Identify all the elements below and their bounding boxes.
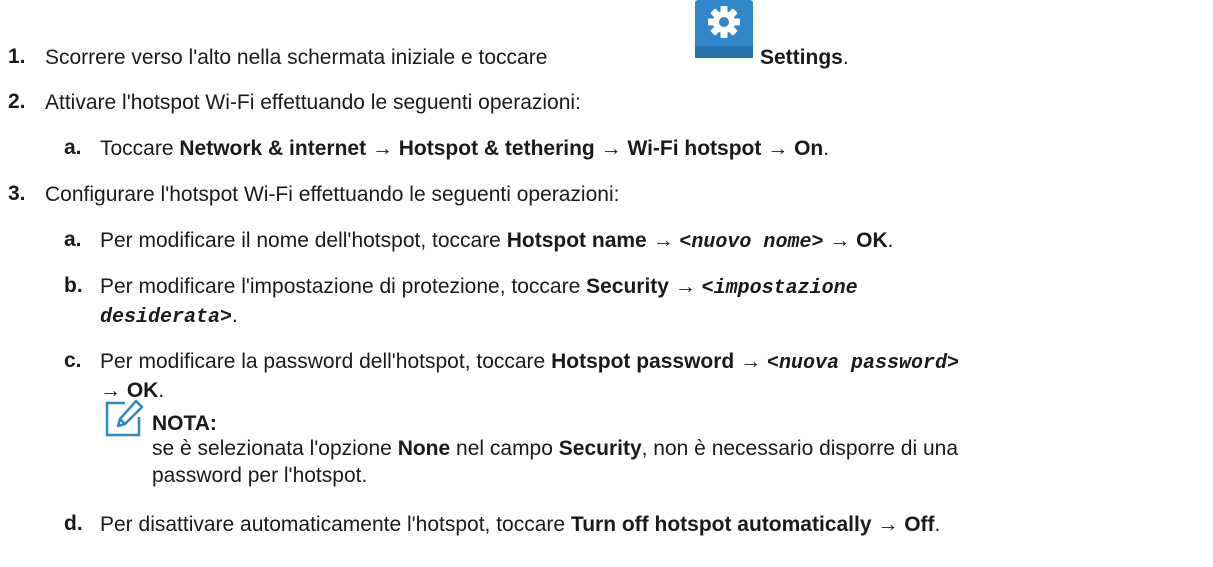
arrow: → bbox=[740, 350, 762, 373]
settings-gear-icon bbox=[695, 0, 753, 58]
period: . bbox=[887, 229, 894, 252]
step-1-pre: Scorrere verso l'alto nella schermata in… bbox=[45, 46, 548, 69]
note-post: , non è necessario disporre di una bbox=[641, 437, 959, 460]
menu-hotspot-tethering: Hotspot & tethering bbox=[398, 137, 595, 160]
menu-ok: OK bbox=[856, 229, 888, 252]
menu-turn-off-auto: Turn off hotspot automatically bbox=[570, 513, 872, 536]
step-3a-text: Per modificare il nome dell'hotspot, toc… bbox=[100, 228, 893, 256]
note-text: se è selezionata l'opzione None nel camp… bbox=[152, 436, 958, 462]
step-3b-text: Per modificare l'impostazione di protezi… bbox=[100, 274, 858, 302]
period: . bbox=[934, 513, 941, 536]
step-number: 3. bbox=[8, 182, 26, 205]
step-2-text: Attivare l'hotspot Wi-Fi effettuando le … bbox=[45, 91, 581, 114]
note-text-line2: password per l'hotspot. bbox=[152, 464, 368, 487]
note-pre: se è selezionata l'opzione bbox=[152, 437, 392, 460]
menu-on: On bbox=[794, 137, 824, 160]
variable-new-password: <nuova password> bbox=[766, 352, 959, 375]
variable-setting-part1: <impostazione bbox=[701, 277, 858, 300]
substep-pre: Toccare bbox=[100, 137, 174, 160]
arrow: → bbox=[877, 513, 899, 536]
step-3c-text: Per modificare la password dell'hotspot,… bbox=[100, 349, 959, 377]
substep-pre: Per disattivare automaticamente l'hotspo… bbox=[100, 513, 566, 536]
step-number: 2. bbox=[8, 90, 26, 113]
arrow: → bbox=[600, 137, 622, 160]
note-pencil-icon bbox=[103, 397, 145, 439]
variable-setting-part2: desiderata> bbox=[100, 306, 233, 329]
substep-letter: a. bbox=[64, 228, 82, 251]
settings-label: Settings bbox=[760, 46, 843, 69]
variable-new-name: <nuovo nome> bbox=[679, 231, 824, 254]
step-3b-cont: desiderata>. bbox=[100, 303, 238, 331]
menu-security: Security bbox=[586, 275, 669, 298]
substep-letter: b. bbox=[64, 274, 83, 297]
arrow: → bbox=[767, 137, 789, 160]
period: . bbox=[232, 304, 238, 327]
step-1-text: Scorrere verso l'alto nella schermata in… bbox=[45, 45, 547, 71]
menu-hotspot-password: Hotspot password bbox=[551, 350, 735, 373]
menu-wifi-hotspot: Wi-Fi hotspot bbox=[627, 137, 762, 160]
period: . bbox=[823, 137, 830, 160]
step-3-text: Configurare l'hotspot Wi-Fi effettuando … bbox=[45, 183, 620, 206]
arrow: → bbox=[371, 137, 393, 160]
menu-hotspot-name: Hotspot name bbox=[506, 229, 647, 252]
arrow: → bbox=[829, 229, 851, 252]
step-3d-text: Per disattivare automaticamente l'hotspo… bbox=[100, 512, 940, 538]
substep-pre: Per modificare il nome dell'hotspot, toc… bbox=[100, 229, 501, 252]
substep-letter: a. bbox=[64, 136, 82, 159]
menu-network: Network & internet bbox=[179, 137, 367, 160]
substep-letter: c. bbox=[64, 349, 82, 372]
step-1-end: Settings. bbox=[760, 45, 849, 71]
note-title: NOTA: bbox=[152, 412, 217, 435]
substep-pre: Per modificare l'impostazione di protezi… bbox=[100, 275, 581, 298]
step-2a-text: Toccare Network & internet → Hotspot & t… bbox=[100, 136, 829, 162]
substep-letter: d. bbox=[64, 512, 83, 535]
field-security: Security bbox=[558, 437, 642, 460]
step-number: 1. bbox=[8, 45, 26, 68]
arrow: → bbox=[652, 229, 674, 252]
option-none: None bbox=[397, 437, 451, 460]
substep-pre: Per modificare la password dell'hotspot,… bbox=[100, 350, 546, 373]
period: . bbox=[842, 46, 849, 69]
arrow: → bbox=[674, 275, 696, 298]
menu-off: Off bbox=[904, 513, 935, 536]
period: . bbox=[158, 379, 165, 402]
note-mid: nel campo bbox=[456, 437, 553, 460]
